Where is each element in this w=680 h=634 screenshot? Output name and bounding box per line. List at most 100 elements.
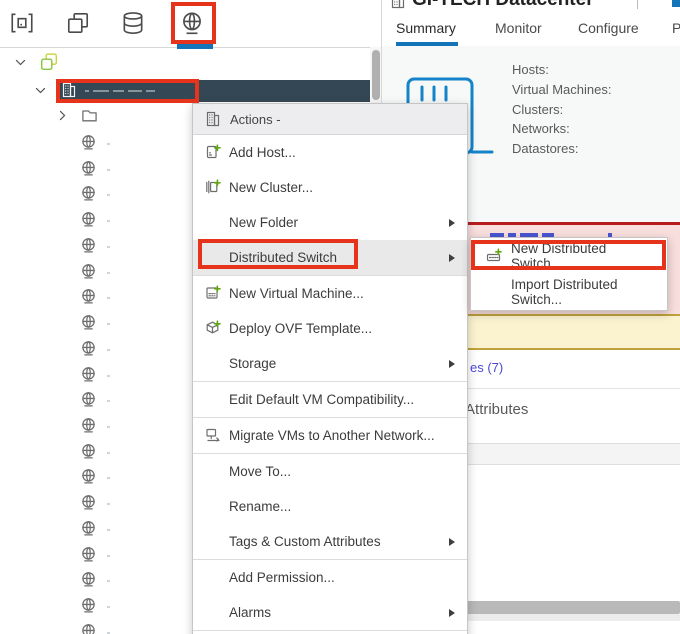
tree-row-network[interactable] — [80, 494, 98, 512]
tree-row-network[interactable] — [80, 185, 98, 203]
datacenter-context-menu: Actions - Add Host... New Cluster... New F… — [192, 103, 468, 634]
tree-row-network[interactable] — [80, 623, 98, 634]
tab-permissions[interactable]: Permissions — [672, 20, 680, 36]
tree-scrollbar-thumb[interactable] — [372, 50, 380, 100]
switch-add-icon — [486, 248, 502, 264]
tree-row-network[interactable] — [80, 520, 98, 538]
menu-item-label: New Cluster... — [229, 180, 313, 195]
menu-item-label: Move To... — [229, 464, 291, 479]
redacted-label — [107, 297, 110, 299]
summary-label: Clusters: — [512, 102, 563, 117]
networking-icon[interactable] — [179, 10, 205, 36]
tree-row-network[interactable] — [80, 597, 98, 615]
context-menu-header: Actions - — [193, 104, 467, 135]
datacenter-icon — [61, 82, 77, 98]
folder-icon[interactable] — [81, 107, 99, 125]
vms-and-templates-icon[interactable] — [65, 10, 91, 36]
menu-item-label: Distributed Switch — [229, 250, 337, 265]
menu-item-rename[interactable]: Rename... — [193, 489, 467, 524]
submenu-item-import-distributed-switch[interactable]: Import Distributed Switch... — [471, 274, 667, 310]
redacted-label — [107, 555, 110, 557]
menu-item-edit-default-vm-compatibility[interactable]: Edit Default VM Compatibility... — [193, 382, 467, 417]
datacenter-icon — [205, 111, 221, 127]
submenu-arrow-icon — [449, 254, 455, 262]
tree-row-network[interactable] — [80, 340, 98, 358]
submenu-arrow-icon — [449, 360, 455, 368]
menu-item-new-folder[interactable]: New Folder — [193, 205, 467, 240]
tree-row-network[interactable] — [80, 391, 98, 409]
redacted-label — [107, 143, 110, 145]
tab-bar: Summary Monitor Configure Permissions — [382, 12, 680, 47]
menu-item-label: Alarms — [229, 605, 271, 620]
host-add-icon — [205, 144, 221, 160]
redacted-label — [107, 426, 110, 428]
menu-item-migrate-vms-to-another-network[interactable]: Migrate VMs to Another Network... — [193, 418, 467, 453]
menu-item-label: Deploy OVF Template... — [229, 321, 372, 336]
chevron-down-icon[interactable] — [34, 84, 47, 97]
tree-row-network[interactable] — [80, 366, 98, 384]
chevron-right-icon[interactable] — [56, 109, 69, 122]
vcenter-icon[interactable] — [40, 53, 58, 71]
tree-row-network[interactable] — [80, 443, 98, 461]
tree-row-network[interactable] — [80, 237, 98, 255]
menu-item-alarms[interactable]: Alarms — [193, 595, 467, 630]
redacted-label — [107, 375, 110, 377]
submenu-item-label: Import Distributed Switch... — [511, 277, 659, 307]
storage-icon[interactable] — [120, 10, 146, 36]
tree-row-datacenter-selected[interactable] — [57, 80, 372, 102]
summary-label: Networks: — [512, 121, 570, 136]
menu-item-new-cluster[interactable]: New Cluster... — [193, 170, 467, 205]
tree-row-network[interactable] — [80, 571, 98, 589]
related-objects-link[interactable]: es (7) — [470, 360, 503, 375]
menu-item-label: Edit Default VM Compatibility... — [229, 392, 414, 407]
tree-row-network[interactable] — [80, 263, 98, 281]
menu-item-new-virtual-machine[interactable]: New Virtual Machine... — [193, 276, 467, 311]
object-navigator-toolbar — [0, 0, 381, 48]
migrate-icon — [205, 427, 221, 443]
menu-item-add-host[interactable]: Add Host... — [193, 135, 467, 170]
summary-label: Hosts: — [512, 62, 549, 77]
redacted-label — [107, 194, 110, 196]
networking-tab-active-indicator — [177, 44, 213, 49]
redacted-label — [107, 606, 110, 608]
context-menu-header-label: Actions - — [230, 112, 281, 127]
cluster-add-icon — [205, 179, 221, 195]
redacted-label — [107, 272, 110, 274]
redacted-label — [107, 400, 110, 402]
submenu-item-new-distributed-switch[interactable]: New Distributed Switch... — [471, 238, 667, 274]
menu-item-storage[interactable]: Storage — [193, 346, 467, 381]
menu-item-move-to[interactable]: Move To... — [193, 454, 467, 489]
menu-item-label: New Virtual Machine... — [229, 286, 364, 301]
actions-button-fragment[interactable] — [672, 0, 680, 7]
vm-add-icon — [205, 285, 221, 301]
tree-row-network[interactable] — [80, 288, 98, 306]
menu-item-add-permission[interactable]: Add Permission... — [193, 560, 467, 595]
menu-item-distributed-switch[interactable]: Distributed Switch — [193, 240, 467, 275]
submenu-arrow-icon — [449, 219, 455, 227]
tree-row-network[interactable] — [80, 546, 98, 564]
menu-item-tags-custom-attributes[interactable]: Tags & Custom Attributes — [193, 524, 467, 559]
tab-monitor[interactable]: Monitor — [495, 20, 542, 36]
redacted-label — [107, 323, 110, 325]
tab-summary[interactable]: Summary — [396, 20, 456, 36]
tree-row-network[interactable] — [80, 134, 98, 152]
vsphere-client-window: GI-TECH Datacenter Summary Monitor Configu… — [0, 0, 680, 634]
redacted-label — [107, 220, 110, 222]
tab-configure[interactable]: Configure — [578, 20, 639, 36]
ovf-add-icon — [205, 320, 221, 336]
page-title: GI-TECH Datacenter — [412, 0, 594, 11]
menu-separator — [193, 630, 467, 631]
chevron-down-icon[interactable] — [14, 56, 27, 69]
redacted-label — [107, 169, 110, 171]
redacted-label — [107, 503, 110, 505]
tree-row-network[interactable] — [80, 211, 98, 229]
tree-row-network[interactable] — [80, 160, 98, 178]
submenu-item-label: New Distributed Switch... — [511, 241, 659, 271]
hosts-and-clusters-icon[interactable] — [9, 10, 35, 36]
tree-row-network[interactable] — [80, 314, 98, 332]
summary-label: Virtual Machines: — [512, 82, 611, 97]
tree-row-network[interactable] — [80, 468, 98, 486]
tree-row-network[interactable] — [80, 417, 98, 435]
menu-item-deploy-ovf-template[interactable]: Deploy OVF Template... — [193, 311, 467, 346]
summary-label: Datastores: — [512, 141, 578, 156]
